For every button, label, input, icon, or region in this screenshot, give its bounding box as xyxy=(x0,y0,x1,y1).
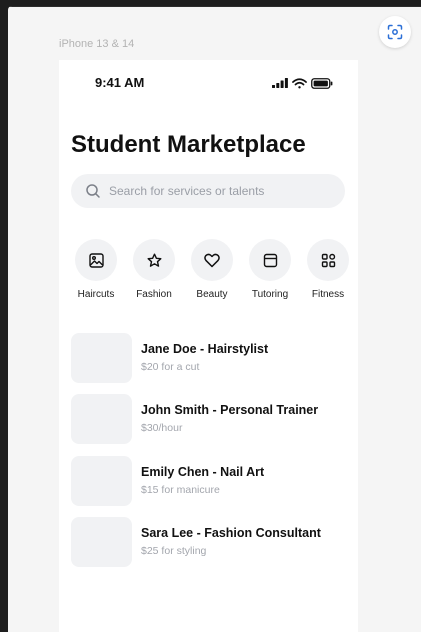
listing-price: $15 for manicure xyxy=(141,484,220,496)
listing-thumbnail xyxy=(71,394,132,444)
category-tutoring[interactable]: Tutoring xyxy=(240,239,300,300)
category-fitness[interactable]: Fitness xyxy=(298,239,358,300)
signal-icon xyxy=(272,78,288,88)
grid-icon xyxy=(321,253,335,267)
status-time: 9:41 AM xyxy=(95,75,145,90)
status-icons xyxy=(272,76,338,90)
listing-name: John Smith - Personal Trainer xyxy=(141,403,319,417)
search-input[interactable] xyxy=(107,183,331,199)
phone-frame: 9:41 AM Student Marketplace Search for s… xyxy=(59,60,358,632)
listing-name: Jane Doe - Hairstylist xyxy=(141,342,269,356)
listing-thumbnail xyxy=(71,333,132,383)
listing-thumbnail xyxy=(71,456,132,506)
search-icon xyxy=(85,183,101,199)
listing-price: $30/hour xyxy=(141,422,183,434)
battery-icon xyxy=(311,77,333,89)
listing-price: $20 for a cut xyxy=(141,361,200,373)
category-icon-container xyxy=(249,239,291,281)
design-canvas: iPhone 13 & 14 9:41 AM Student Marketpla… xyxy=(8,6,421,632)
category-icon-container xyxy=(307,239,349,281)
focus-mode-button[interactable] xyxy=(379,16,411,48)
category-label: Fashion xyxy=(136,289,172,300)
category-icon-container xyxy=(133,239,175,281)
listing-item[interactable]: Sara Lee - Fashion Consultant $25 for st… xyxy=(71,517,351,567)
listing-item[interactable]: Jane Doe - Hairstylist $20 for a cut xyxy=(71,333,351,383)
listing-name: Sara Lee - Fashion Consultant xyxy=(141,526,321,540)
category-haircuts[interactable]: Haircuts xyxy=(66,239,126,300)
listing-thumbnail xyxy=(71,517,132,567)
listing-item[interactable]: Emily Chen - Nail Art $15 for manicure xyxy=(71,456,351,506)
search-bar[interactable] xyxy=(71,174,345,208)
listing-price: $25 for styling xyxy=(141,545,207,557)
page-title: Student Marketplace xyxy=(71,131,306,158)
listing-name: Emily Chen - Nail Art xyxy=(141,465,265,479)
browser-window-icon xyxy=(263,253,277,267)
focus-scan-icon xyxy=(387,24,403,40)
frame-label[interactable]: iPhone 13 & 14 xyxy=(59,38,134,50)
category-icon-container xyxy=(191,239,233,281)
category-label: Haircuts xyxy=(77,289,115,300)
category-label: Fitness xyxy=(311,289,345,300)
canvas-divider xyxy=(8,6,421,7)
listing-item[interactable]: John Smith - Personal Trainer $30/hour xyxy=(71,394,351,444)
heart-icon xyxy=(204,253,220,267)
category-icon-container xyxy=(75,239,117,281)
category-label: Beauty xyxy=(196,289,228,300)
wifi-icon xyxy=(292,77,307,88)
image-icon xyxy=(88,252,104,268)
category-fashion[interactable]: Fashion xyxy=(124,239,184,300)
category-label: Tutoring xyxy=(251,289,289,300)
category-beauty[interactable]: Beauty xyxy=(182,239,242,300)
star-icon xyxy=(147,253,161,267)
